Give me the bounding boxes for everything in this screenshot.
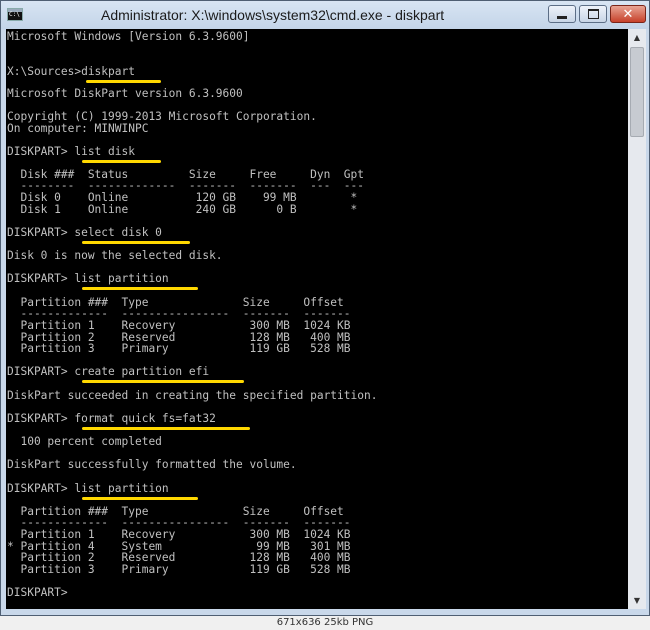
maximize-icon xyxy=(587,9,599,19)
scrollbar-thumb[interactable] xyxy=(630,47,644,137)
close-button[interactable]: ✕ xyxy=(610,5,646,23)
console-line: DISKPART> select disk 0 xyxy=(7,226,162,239)
title-bar[interactable]: Administrator: X:\windows\system32\cmd.e… xyxy=(1,1,649,29)
close-icon: ✕ xyxy=(622,6,634,22)
console-line: DISKPART> list partition xyxy=(7,482,169,495)
console-output[interactable]: Microsoft Windows [Version 6.3.9600] X:\… xyxy=(6,29,628,609)
scroll-up-button[interactable]: ▲ xyxy=(628,29,646,46)
console-line: Disk 1 Online 240 GB 0 B * xyxy=(7,203,358,216)
console-line: DiskPart succeeded in creating the speci… xyxy=(7,389,378,402)
vertical-scrollbar[interactable]: ▲ ▼ xyxy=(628,29,646,609)
minimize-button[interactable] xyxy=(548,5,576,23)
console-line: DiskPart successfully formatted the volu… xyxy=(7,458,297,471)
scroll-down-button[interactable]: ▼ xyxy=(628,592,646,609)
console-line: Microsoft DiskPart version 6.3.9600 xyxy=(7,87,243,100)
console-line: DISKPART> xyxy=(7,586,68,599)
highlight-underline xyxy=(82,497,198,500)
highlight-underline xyxy=(82,287,198,290)
console-line: On computer: MINWINPC xyxy=(7,122,149,135)
console-line: DISKPART> format quick fs=fat32 xyxy=(7,412,216,425)
console-window: Administrator: X:\windows\system32\cmd.e… xyxy=(0,0,650,616)
highlight-underline xyxy=(82,241,190,244)
arrow-down-icon: ▼ xyxy=(633,596,641,605)
image-caption: 671x636 25kb PNG xyxy=(0,616,650,630)
console-line: 100 percent completed xyxy=(7,435,162,448)
console-line: DISKPART> list partition xyxy=(7,272,169,285)
minimize-icon xyxy=(557,15,567,19)
console-line: Partition 3 Primary 119 GB 528 MB xyxy=(7,563,351,576)
arrow-up-icon: ▲ xyxy=(633,33,641,42)
cmd-app-icon[interactable] xyxy=(7,8,23,21)
window-title: Administrator: X:\windows\system32\cmd.e… xyxy=(101,7,445,23)
highlight-underline xyxy=(82,380,244,383)
highlight-underline xyxy=(86,80,161,83)
console-line: Partition 3 Primary 119 GB 528 MB xyxy=(7,342,351,355)
console-line: Microsoft Windows [Version 6.3.9600] xyxy=(7,30,250,43)
highlight-underline xyxy=(82,427,250,430)
highlight-underline xyxy=(82,160,161,163)
console-line: X:\Sources>diskpart xyxy=(7,65,135,78)
console-line: DISKPART> list disk xyxy=(7,145,135,158)
console-line: Disk 0 is now the selected disk. xyxy=(7,249,223,262)
maximize-button[interactable] xyxy=(579,5,607,23)
console-line: DISKPART> create partition efi xyxy=(7,365,210,378)
